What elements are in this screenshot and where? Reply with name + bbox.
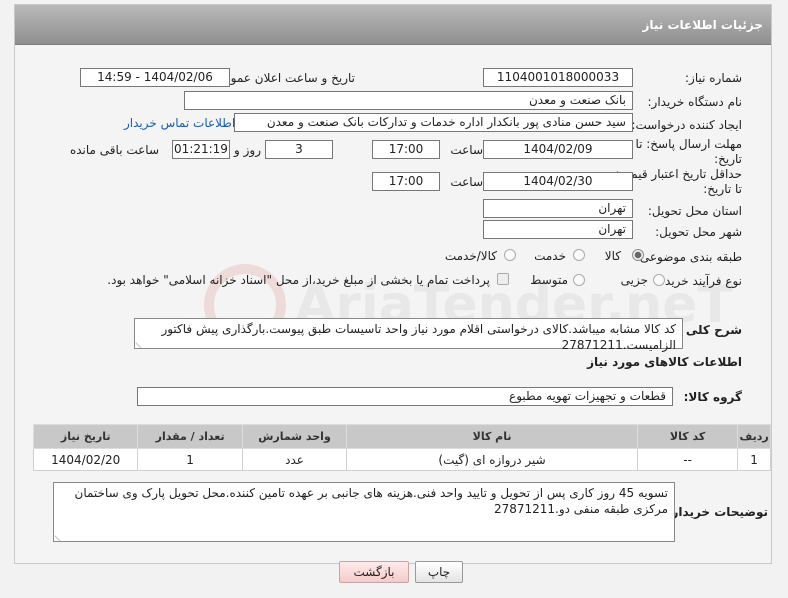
creator-label: ایجاد کننده درخواست:	[631, 118, 742, 132]
deadline-date-field: 1404/02/09	[483, 140, 633, 159]
deadline-label-line2: تاریخ:	[714, 152, 742, 166]
category-radio-goods[interactable]	[632, 249, 644, 261]
cell-need-date: 1404/02/20	[32, 448, 139, 471]
creator-field: سید حسن منادی پور بانکدار اداره خدمات و …	[234, 113, 633, 132]
deadline-time-label: ساعت	[450, 143, 483, 157]
category-option-goods-service: کالا/خدمت	[444, 249, 497, 263]
buyer-org-label: نام دستگاه خریدار:	[647, 95, 743, 109]
cell-item-name: شیر دروازه ای (گیت)	[346, 448, 638, 471]
announce-label: تاریخ و ساعت اعلان عمومی:	[210, 71, 355, 85]
buyer-notes-text: تسویه 45 روز کاری پس از تحویل و تایید وا…	[74, 486, 668, 516]
announce-field: 1404/02/06 - 14:59	[80, 68, 230, 87]
process-label: نوع فرآیند خرید :	[657, 274, 742, 288]
buyer-org-field: بانک صنعت و معدن	[184, 91, 633, 110]
process-radio-partial[interactable]	[653, 274, 665, 286]
page: جزئیات اطلاعات نیاز AriaTender.neT شماره…	[0, 0, 788, 598]
category-radio-goods-service[interactable]	[504, 249, 516, 261]
cell-quantity: 1	[137, 448, 243, 471]
back-button[interactable]: بازگشت	[339, 561, 409, 583]
price-validity-date-field: 1404/02/30	[483, 172, 633, 191]
price-validity-label-line2: تا تاریخ:	[703, 182, 742, 196]
panel-header: جزئیات اطلاعات نیاز	[15, 5, 771, 45]
days-field: 3	[265, 140, 333, 159]
cell-row: 1	[737, 448, 771, 471]
remaining-label: ساعت باقی مانده	[69, 143, 159, 157]
price-validity-label-line1: حداقل تاریخ اعتبار قیمت:	[615, 167, 742, 181]
deadline-time-field: 17:00	[372, 140, 440, 159]
province-field: تهران	[483, 199, 633, 218]
days-label: روز و	[234, 143, 261, 157]
panel-title: جزئیات اطلاعات نیاز	[642, 18, 763, 32]
col-quantity: تعداد / مقدار	[137, 424, 243, 449]
description-text: کد کالا مشابه میباشد.کالای درخواستی اقلا…	[161, 322, 676, 352]
city-label: شهر محل تحویل:	[655, 225, 742, 239]
col-unit: واحد شمارش	[241, 424, 348, 449]
cell-item-code: --	[636, 448, 739, 471]
price-validity-time-label: ساعت	[450, 175, 483, 189]
city-field: تهران	[483, 220, 633, 239]
remaining-time-field: 01:21:19	[172, 140, 230, 159]
col-item-code: کد کالا	[636, 424, 739, 449]
description-textarea[interactable]: کد کالا مشابه میباشد.کالای درخواستی اقلا…	[134, 318, 683, 352]
category-option-service: خدمت	[534, 249, 566, 263]
process-option-partial: جزیی	[620, 273, 648, 287]
resize-grip-icon[interactable]	[135, 337, 147, 349]
deadline-label-line1: مهلت ارسال پاسخ: تا	[635, 137, 742, 151]
category-radio-service[interactable]	[573, 249, 585, 261]
resize-grip-icon[interactable]	[54, 530, 66, 542]
treasury-payment-note: پرداخت تمام یا بخشی از مبلغ خرید،از محل …	[107, 273, 490, 287]
process-option-medium: متوسط	[530, 273, 568, 287]
process-radio-medium[interactable]	[573, 274, 585, 286]
goods-info-title: اطلاعات کالاهای مورد نیاز	[587, 355, 742, 369]
print-button[interactable]: چاپ	[415, 561, 463, 583]
need-number-label: شماره نیاز:	[685, 71, 742, 85]
table-header-row: تاریخ نیاز تعداد / مقدار واحد شمارش نام …	[32, 424, 771, 449]
need-number-field: 1104001018000033	[483, 68, 633, 87]
items-table: تاریخ نیاز تعداد / مقدار واحد شمارش نام …	[32, 424, 771, 471]
table-row: 1404/02/20 1 عدد شیر دروازه ای (گیت) -- …	[32, 448, 771, 471]
buyer-notes-label: توضیحات خریدار:	[666, 505, 768, 519]
goods-group-label: گروه کالا:	[683, 390, 742, 404]
treasury-payment-checkbox[interactable]	[497, 273, 509, 285]
goods-group-field: قطعات و تجهیزات تهویه مطبوع	[137, 387, 673, 406]
buyer-notes-textarea[interactable]: تسویه 45 روز کاری پس از تحویل و تایید وا…	[53, 482, 675, 542]
cell-unit: عدد	[241, 448, 348, 471]
col-item-name: نام کالا	[346, 424, 638, 449]
province-label: استان محل تحویل:	[647, 204, 742, 218]
category-option-goods: کالا	[604, 249, 621, 263]
category-label: طبقه بندی موضوعی:	[635, 250, 742, 264]
price-validity-time-field: 17:00	[372, 172, 440, 191]
col-need-date: تاریخ نیاز	[32, 424, 139, 449]
col-row: ردیف	[737, 424, 771, 449]
buyer-contact-link[interactable]: اطلاعات تماس خریدار	[124, 116, 235, 130]
